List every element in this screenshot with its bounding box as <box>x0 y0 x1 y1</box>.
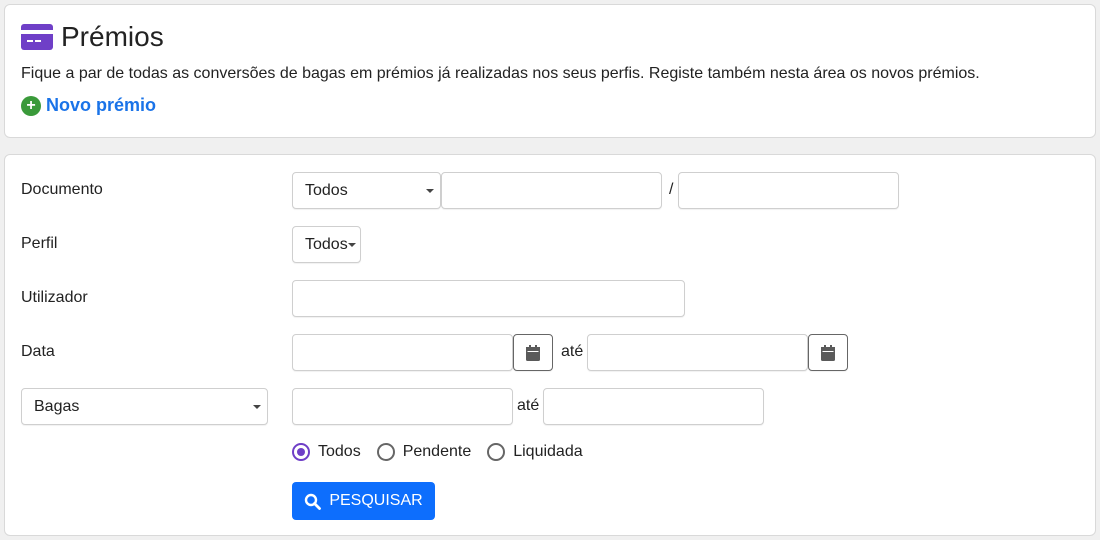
data-label: Data <box>21 343 55 360</box>
perfil-label: Perfil <box>21 235 58 252</box>
perfil-select[interactable]: Todos <box>292 226 361 263</box>
new-premio-link[interactable]: + Novo prémio <box>21 95 156 116</box>
filter-form-card: Documento Todos / Perfil Todos Utilizado… <box>4 154 1096 536</box>
documento-type-select[interactable]: Todos <box>292 172 441 209</box>
chevron-down-icon <box>348 243 356 247</box>
data-to-label: até <box>561 343 584 360</box>
calendar-icon <box>526 344 540 361</box>
search-icon <box>305 493 322 510</box>
status-radio-label: Liquidada <box>513 443 583 460</box>
documento-series-input[interactable] <box>441 172 662 209</box>
data-to-input[interactable] <box>587 334 808 371</box>
status-radio-group: Todos Pendente Liquidada <box>292 443 599 461</box>
documento-label: Documento <box>21 181 103 198</box>
data-to-calendar-button[interactable] <box>808 334 848 371</box>
chevron-down-icon <box>253 405 261 409</box>
documento-separator: / <box>669 181 674 198</box>
bagas-select[interactable]: Bagas <box>21 388 268 425</box>
status-radio-label: Todos <box>318 443 361 460</box>
search-button-label: PESQUISAR <box>329 492 423 509</box>
data-from-input[interactable] <box>292 334 513 371</box>
search-button[interactable]: PESQUISAR <box>292 482 435 520</box>
data-from-calendar-button[interactable] <box>513 334 553 371</box>
bagas-to-label: até <box>517 397 540 414</box>
perfil-value: Todos <box>305 235 348 253</box>
radio-unchecked-icon <box>376 443 395 461</box>
new-premio-label: Novo prémio <box>46 95 157 115</box>
page-title: Prémios <box>61 21 164 52</box>
page-description: Fique a par de todas as conversões de ba… <box>21 65 980 82</box>
status-radio-liquidada[interactable]: Liquidada <box>487 443 583 461</box>
radio-unchecked-icon <box>487 443 506 461</box>
credit-card-icon <box>21 24 53 50</box>
status-radio-label: Pendente <box>402 443 472 460</box>
documento-number-input[interactable] <box>678 172 899 209</box>
documento-type-value: Todos <box>305 181 348 199</box>
bagas-to-input[interactable] <box>543 388 764 425</box>
bagas-from-input[interactable] <box>292 388 513 425</box>
utilizador-input[interactable] <box>292 280 685 317</box>
status-radio-pendente[interactable]: Pendente <box>376 443 472 461</box>
status-radio-todos[interactable]: Todos <box>292 443 361 461</box>
plus-circle-icon: + <box>21 95 41 116</box>
chevron-down-icon <box>426 189 434 193</box>
header-card: Prémios Fique a par de todas as conversõ… <box>4 4 1096 138</box>
calendar-icon <box>821 344 835 361</box>
radio-checked-icon <box>292 443 310 461</box>
utilizador-label: Utilizador <box>21 289 88 306</box>
bagas-select-value: Bagas <box>34 397 80 415</box>
title-row: Prémios <box>21 19 164 55</box>
